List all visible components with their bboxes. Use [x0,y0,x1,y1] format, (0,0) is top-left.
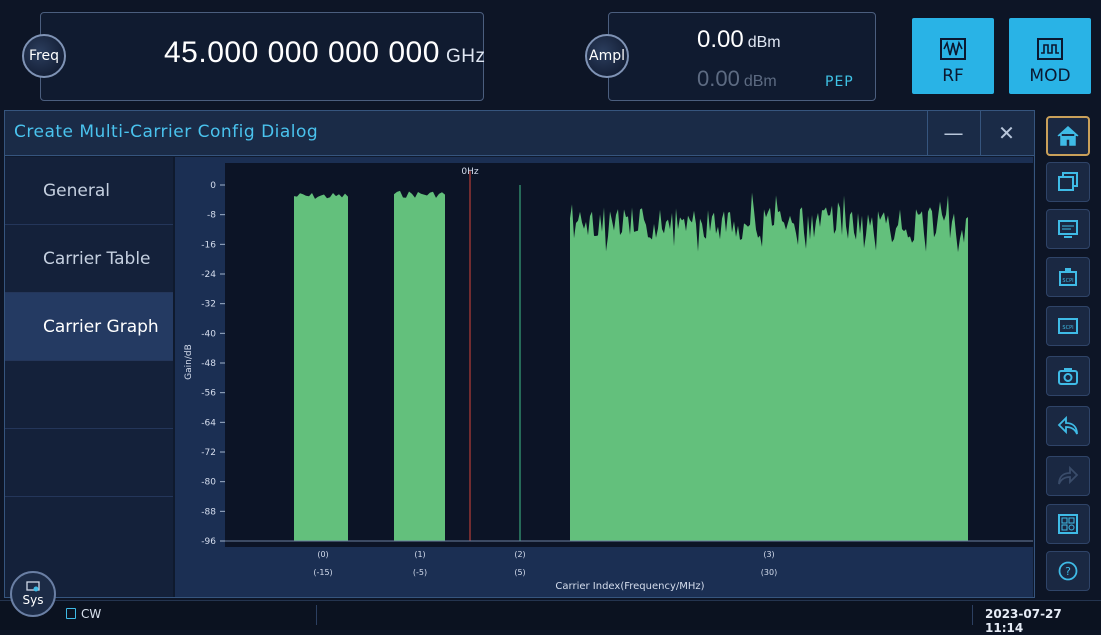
pep-value: 0.00 [697,66,740,91]
scpi-button[interactable]: SCPI [1046,306,1090,346]
right-toolbar: SCPI SCPI ? [1039,110,1097,598]
center-frequency-label: 0Hz [461,167,478,177]
display-icon [1058,220,1078,238]
display-button[interactable] [1046,209,1090,249]
back-icon [1057,415,1078,435]
scpi-record-button[interactable]: SCPI [1046,257,1090,297]
y-tick-label: -96 [201,537,216,547]
carrier-frequency-label: (5) [514,568,525,577]
rf-wave-icon [940,38,966,60]
mod-button[interactable]: MOD [1009,18,1091,94]
carrier-index-label: (1) [414,550,425,559]
carrier-frequency-label: (-15) [313,568,332,577]
pep-readout: 0.00 dBm [697,66,777,92]
sys-settings-icon [26,581,40,592]
carrier-index-label: (0) [317,550,328,559]
amplitude-value: 0.00 [697,26,744,53]
svg-text:?: ? [1065,565,1071,578]
status-datetime: 2023-07-27 11:14 [985,607,1062,635]
y-tick-label: 0 [210,181,216,191]
dialog-nav: General Carrier Table Carrier Graph [5,157,173,597]
carrier-index-label: (2) [514,550,525,559]
scpi-record-icon: SCPI [1059,268,1077,286]
close-icon: ✕ [998,121,1015,145]
ampl-knob-label: Ampl [589,48,625,64]
frequency-readout[interactable]: 45.000 000 000 000 GHz [164,36,485,70]
minimize-icon: — [943,121,964,145]
top-bar: Freq 45.000 000 000 000 GHz Ampl 0.00 dBm … [0,0,1101,108]
nav-empty-slot [5,429,173,497]
amplitude-unit: dBm [747,34,781,51]
camera-icon [1058,368,1078,385]
y-tick-label: -8 [207,211,216,221]
status-bar: CW 2023-07-27 11:14 [0,600,1101,635]
y-tick-label: -32 [201,300,216,310]
status-divider [972,605,973,625]
freq-knob-label: Freq [29,48,59,64]
status-doc-icon [66,608,76,619]
amplitude-readout[interactable]: 0.00 dBm [697,26,781,54]
y-tick-label: -48 [201,359,216,369]
y-axis-label: Gain/dB [184,344,194,380]
close-button[interactable]: ✕ [980,111,1032,155]
status-divider [316,605,317,625]
windows-icon [1058,172,1078,191]
pep-unit: dBm [743,73,777,90]
home-button[interactable] [1046,116,1090,156]
home-icon [1057,125,1079,146]
freq-knob[interactable]: Freq [22,34,66,78]
dialog-title: Create Multi-Carrier Config Dialog [14,122,319,142]
mod-pulse-icon [1037,38,1063,60]
y-tick-label: -56 [201,389,216,399]
carrier-frequency-label: (-5) [413,568,427,577]
carrier-spectrum [294,193,348,541]
layout-icon [1058,514,1078,534]
carrier-spectrum [394,190,445,541]
help-button[interactable]: ? [1046,551,1090,591]
svg-text:SCPI: SCPI [1062,325,1073,331]
forward-icon [1058,465,1079,485]
windows-button[interactable] [1046,162,1090,202]
help-icon: ? [1058,561,1078,581]
back-button[interactable] [1046,406,1090,446]
nav-carrier-graph[interactable]: Carrier Graph [5,293,173,361]
nav-general[interactable]: General [5,157,173,225]
y-tick-label: -24 [201,270,216,280]
pep-label: PEP [825,74,854,90]
minimize-button[interactable]: — [927,111,979,155]
forward-button [1046,456,1090,496]
y-tick-label: -64 [201,418,216,428]
y-tick-label: -80 [201,478,216,488]
sys-label: Sys [22,593,44,607]
y-tick-label: -40 [201,329,216,339]
scpi-icon: SCPI [1058,318,1078,334]
ampl-knob[interactable]: Ampl [585,34,629,78]
y-tick-label: -16 [201,240,216,250]
y-tick-label: -88 [201,507,216,517]
x-axis-label: Carrier Index(Frequency/MHz) [555,581,704,592]
svg-text:SCPI: SCPI [1062,278,1073,284]
nav-carrier-table[interactable]: Carrier Table [5,225,173,293]
dialog-title-bar: Create Multi-Carrier Config Dialog — ✕ [5,111,1034,156]
carrier-graph-panel: 0 -8 -16 -24 -32 -40 -48 -56 -64 -72 -80 -88 -96 Gain… [175,157,1033,597]
rf-label: RF [942,66,964,86]
mod-label: MOD [1029,66,1071,86]
nav-empty-slot [5,497,173,565]
frequency-value: 45.000 000 000 000 [164,36,440,69]
frequency-unit: GHz [445,46,486,67]
carrier-frequency-label: (30) [761,568,777,577]
sys-button[interactable]: Sys [10,571,56,617]
nav-empty-slot [5,361,173,429]
y-tick-label: -72 [201,448,216,458]
rf-button[interactable]: RF [912,18,994,94]
status-mode: CW [81,607,102,621]
carrier-graph-chart: 0 -8 -16 -24 -32 -40 -48 -56 -64 -72 -80 -88 -96 Gain… [184,163,1033,592]
screenshot-button[interactable] [1046,356,1090,396]
layout-button[interactable] [1046,504,1090,544]
multi-carrier-dialog: Create Multi-Carrier Config Dialog — ✕ G… [4,110,1035,598]
carrier-index-label: (3) [763,550,774,559]
carrier-spectrum [570,192,968,541]
